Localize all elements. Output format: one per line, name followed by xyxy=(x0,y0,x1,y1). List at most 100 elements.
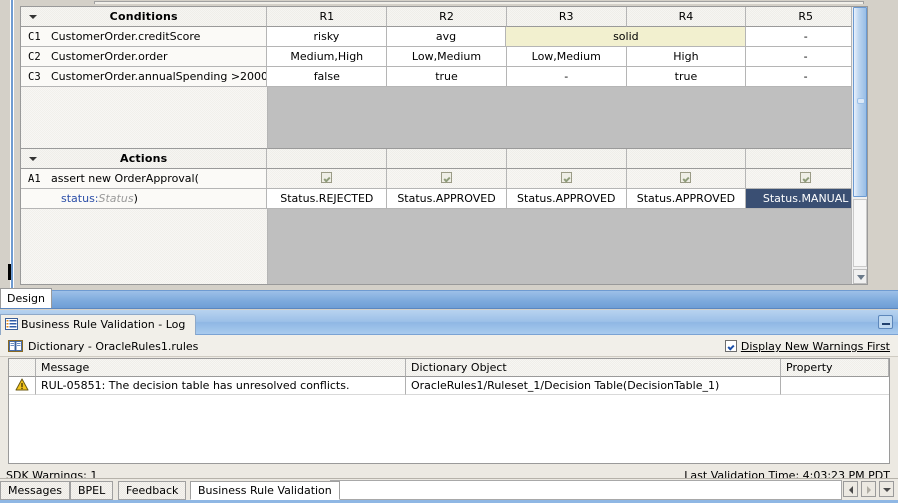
scrollbar-grip xyxy=(857,98,865,104)
cell-a1-r5-selected[interactable]: Status.MANUAL xyxy=(746,189,866,209)
cell-c1-r2[interactable]: avg xyxy=(386,27,507,47)
cell-a1-r1[interactable]: Status.REJECTED xyxy=(267,189,388,209)
row-property-cell[interactable] xyxy=(781,377,889,395)
actions-header-r5[interactable] xyxy=(746,149,867,169)
actions-header-r2[interactable] xyxy=(387,149,507,169)
action-row-a1-status[interactable]: status:Status) Status.REJECTED Status.AP… xyxy=(21,189,867,209)
conditions-header-cell[interactable]: Conditions xyxy=(21,7,268,27)
action-a1-id: A1 xyxy=(28,173,41,185)
cell-c2-r2[interactable]: Low,Medium xyxy=(387,47,507,67)
column-header-r1[interactable]: R1 xyxy=(267,7,388,27)
checkbox-checked-icon-r5[interactable] xyxy=(800,172,812,183)
condition-c3-expression: CustomerOrder.annualSpending >2000 xyxy=(51,70,268,83)
actions-header-r3[interactable] xyxy=(506,149,627,169)
minimize-button[interactable] xyxy=(878,315,893,329)
cell-c2-r1[interactable]: Medium,High xyxy=(267,47,388,67)
nav-previous-button[interactable] xyxy=(843,481,858,497)
log-panel-titlebar: Business Rule Validation - Log xyxy=(0,310,898,335)
conditions-empty-label-area xyxy=(21,87,268,149)
action-param-type: Status xyxy=(98,192,134,205)
actions-header-r4[interactable] xyxy=(626,149,747,169)
cell-c1-r3-r4-merged[interactable]: solid xyxy=(506,27,747,47)
action-param-name: status: xyxy=(61,192,99,205)
scrollbar-thumb[interactable] xyxy=(853,7,867,197)
condition-row-c2[interactable]: C2 CustomerOrder.order Medium,High Low,Me… xyxy=(21,47,867,67)
bottom-tab-messages[interactable]: Messages xyxy=(0,481,70,500)
checkbox-checked-icon-r2[interactable] xyxy=(441,172,452,183)
cell-c3-r3[interactable]: - xyxy=(506,67,627,87)
cell-c1-r1[interactable]: risky xyxy=(267,27,387,47)
condition-c2-expression: CustomerOrder.order xyxy=(51,50,168,63)
column-header-r5[interactable]: R5 xyxy=(746,7,867,27)
action-a1-status-label[interactable]: status:Status) xyxy=(21,189,268,209)
collapse-triangle-icon[interactable] xyxy=(29,15,37,19)
chevron-right-icon xyxy=(867,486,871,494)
column-header-r2[interactable]: R2 xyxy=(387,7,507,27)
row-message-cell[interactable]: RUL-05851: The decision table has unreso… xyxy=(36,377,406,395)
display-new-warnings-first-row[interactable]: Display New Warnings First xyxy=(724,339,890,354)
table-row[interactable]: RUL-05851: The decision table has unreso… xyxy=(9,377,889,395)
bottom-tab-bpel[interactable]: BPEL xyxy=(70,481,114,500)
log-panel-tab[interactable]: Business Rule Validation - Log xyxy=(0,314,197,335)
book-icon xyxy=(8,340,23,352)
condition-c3-label[interactable]: C3 CustomerOrder.annualSpending >2000 xyxy=(21,67,268,87)
tab-design[interactable]: Design xyxy=(0,288,52,308)
decision-table-grid[interactable]: Conditions R1 R2 R3 R4 R5 C1 CustomerOrde… xyxy=(20,6,868,285)
log-list-icon xyxy=(5,317,18,330)
chevron-down-icon xyxy=(857,275,865,280)
cell-c2-r3[interactable]: Low,Medium xyxy=(506,47,627,67)
checkbox-checked-icon-r1[interactable] xyxy=(321,172,333,183)
bottom-tab-business-rule-validation[interactable]: Business Rule Validation xyxy=(190,481,340,500)
column-header-severity[interactable] xyxy=(9,359,36,377)
action-checkbox-cell-r1[interactable] xyxy=(267,169,388,189)
actions-header-cell[interactable]: Actions xyxy=(21,149,268,169)
editor-left-gutter xyxy=(0,0,10,288)
bottom-tab-feedback[interactable]: Feedback xyxy=(118,481,187,500)
action-checkbox-cell-r5[interactable] xyxy=(746,169,867,189)
action-a1-label[interactable]: A1 assert new OrderApproval( xyxy=(21,169,268,189)
cell-c3-r1[interactable]: false xyxy=(267,67,388,87)
column-header-message[interactable]: Message xyxy=(36,359,406,377)
grid-vertical-scrollbar[interactable] xyxy=(851,7,867,284)
cell-c2-r4[interactable]: High xyxy=(626,47,747,67)
action-checkbox-cell-r2[interactable] xyxy=(387,169,507,189)
cell-c3-r2[interactable]: true xyxy=(387,67,507,87)
actions-empty-zone xyxy=(21,209,867,284)
cell-c1-r5[interactable]: - xyxy=(746,27,867,47)
cell-c3-r5[interactable]: - xyxy=(746,67,867,87)
checkbox-checked-icon-r3[interactable] xyxy=(560,172,572,183)
log-panel-tab-label: Business Rule Validation - Log xyxy=(21,318,186,331)
cell-c2-r5[interactable]: - xyxy=(746,47,867,67)
column-header-dictionary-object[interactable]: Dictionary Object xyxy=(406,359,781,377)
checkbox-checked-icon-r4[interactable] xyxy=(680,172,692,183)
scrollbar-trough[interactable] xyxy=(853,199,867,267)
conditions-empty-zone xyxy=(21,87,867,149)
editor-right-gutter xyxy=(868,0,898,288)
warning-triangle-icon xyxy=(15,378,29,391)
condition-row-c3[interactable]: C3 CustomerOrder.annualSpending >2000 fal… xyxy=(21,67,867,87)
cell-a1-r4[interactable]: Status.APPROVED xyxy=(626,189,747,209)
condition-row-c1[interactable]: C1 CustomerOrder.creditScore risky avg so… xyxy=(21,27,867,47)
actions-header-r1[interactable] xyxy=(267,149,388,169)
action-checkbox-cell-r4[interactable] xyxy=(626,169,747,189)
condition-c3-id: C3 xyxy=(28,71,41,83)
column-header-r3[interactable]: R3 xyxy=(506,7,627,27)
condition-c1-label[interactable]: C1 CustomerOrder.creditScore xyxy=(21,27,268,47)
scrollbar-down-button[interactable] xyxy=(853,269,867,284)
column-header-property[interactable]: Property xyxy=(781,359,889,377)
display-new-warnings-first-checkbox[interactable] xyxy=(724,340,737,352)
condition-c2-label[interactable]: C2 CustomerOrder.order xyxy=(21,47,268,67)
cell-a1-r3[interactable]: Status.APPROVED xyxy=(506,189,627,209)
column-header-r4[interactable]: R4 xyxy=(626,7,747,27)
collapse-triangle-icon-actions[interactable] xyxy=(29,157,37,161)
editor-top-partial-row xyxy=(94,1,864,4)
action-checkbox-cell-r3[interactable] xyxy=(506,169,627,189)
action-row-a1[interactable]: A1 assert new OrderApproval( xyxy=(21,169,867,189)
nav-dropdown-button[interactable] xyxy=(879,481,894,497)
nav-next-button[interactable] xyxy=(861,481,876,497)
actions-empty-grid-area xyxy=(268,209,867,284)
row-dictionary-object-cell[interactable]: OracleRules1/Ruleset_1/Decision Table(De… xyxy=(406,377,781,395)
cell-c3-r4[interactable]: true xyxy=(626,67,747,87)
cell-a1-r2[interactable]: Status.APPROVED xyxy=(387,189,507,209)
validation-messages-table[interactable]: Message Dictionary Object Property RUL-0… xyxy=(8,358,890,464)
